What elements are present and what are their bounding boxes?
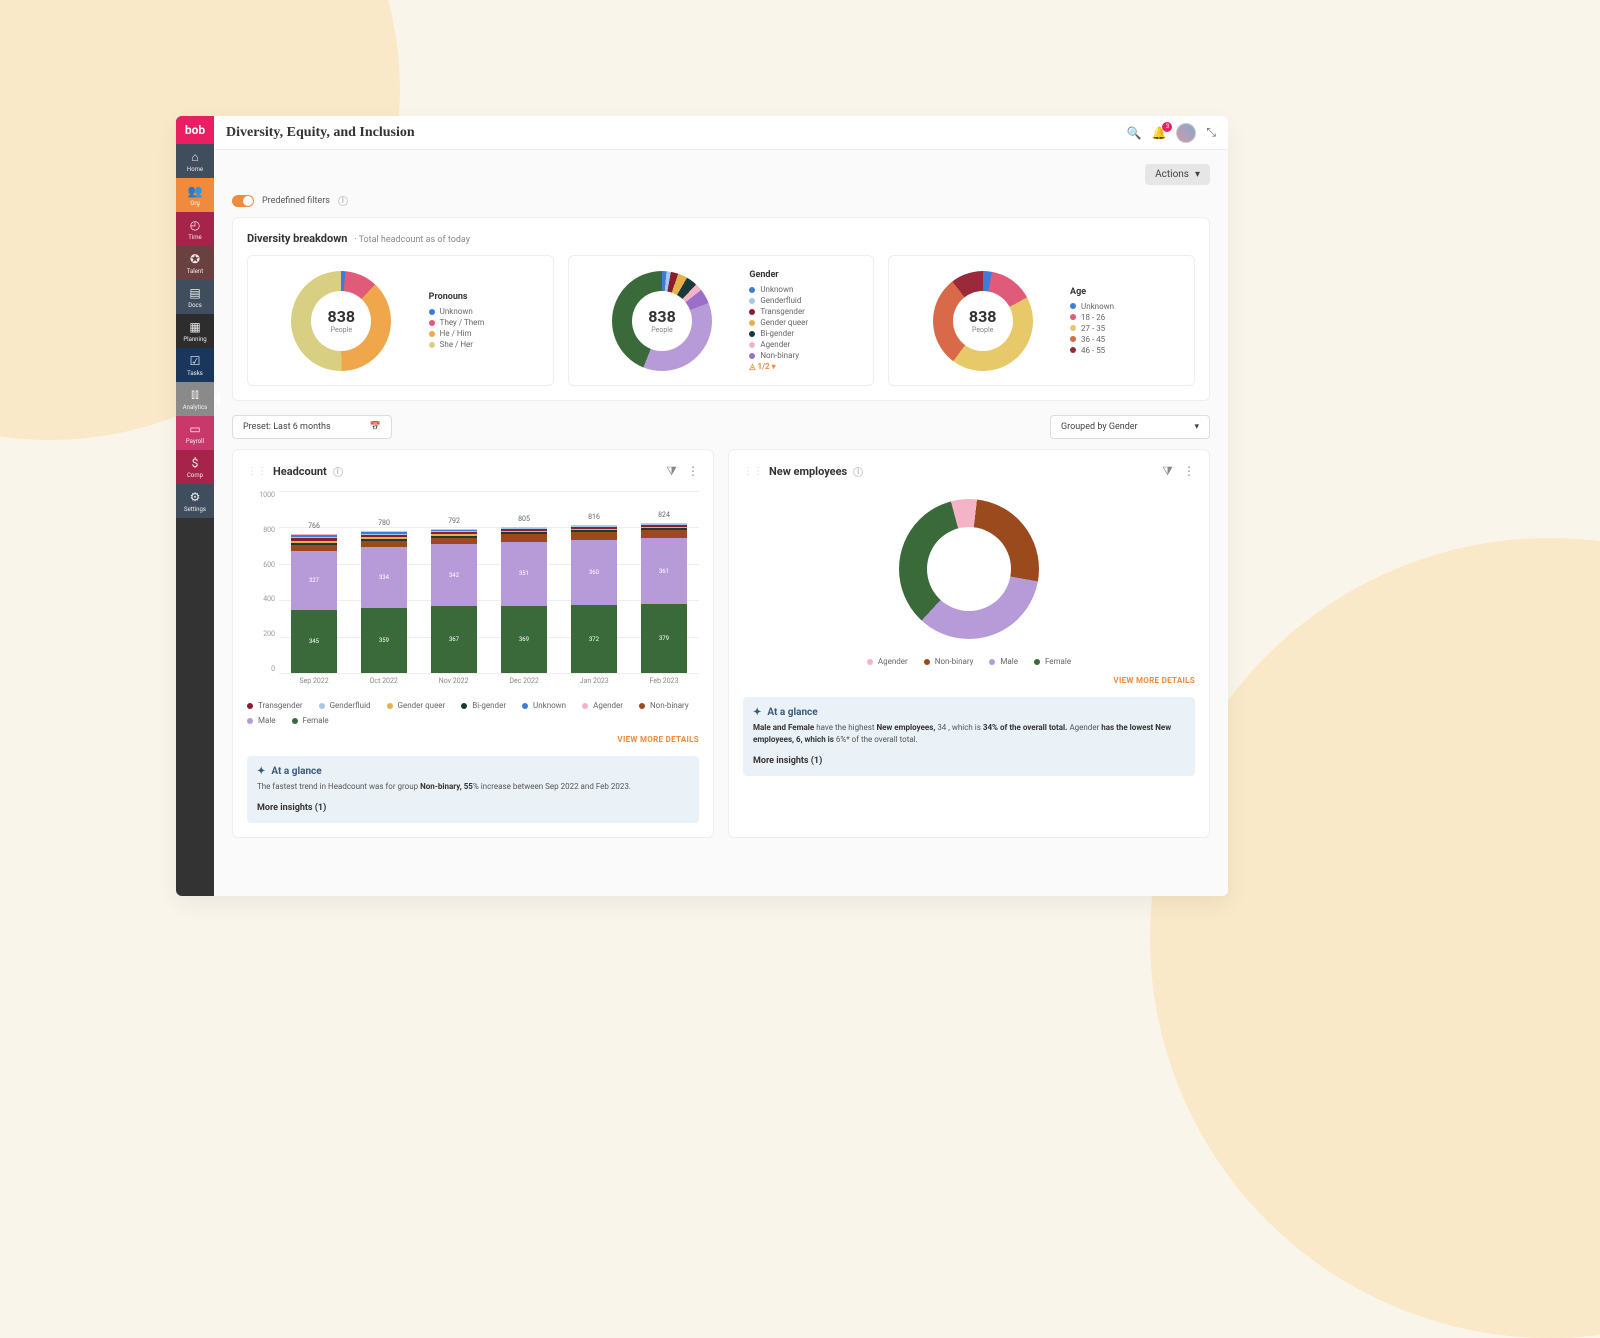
bar-group: 824379361: [641, 523, 687, 673]
home-icon: ⌂: [191, 150, 198, 164]
logo: bob: [176, 116, 214, 144]
chevron-down-icon: ▾: [1195, 169, 1200, 180]
predefined-filters-label: Predefined filters: [262, 196, 330, 206]
predefined-filters-toggle[interactable]: [232, 195, 254, 207]
sparkle-icon: ✦: [257, 766, 265, 777]
bell-icon[interactable]: 🔔3: [1151, 126, 1166, 140]
coin-icon: $: [192, 456, 199, 470]
chart-icon: ⫾⫾: [191, 387, 199, 402]
sidebar-item-payroll[interactable]: ▭Payroll: [176, 416, 214, 450]
more-icon[interactable]: ⋮: [687, 464, 699, 479]
filter-icon[interactable]: ⧩: [1162, 464, 1173, 479]
donut-box-gender: 838People Gender UnknownGenderfluidTrans…: [568, 255, 875, 386]
avatar[interactable]: [1176, 123, 1196, 143]
bar-group: 766345327: [291, 534, 337, 673]
sidebar-item-comp[interactable]: $Comp: [176, 450, 214, 484]
view-more-link[interactable]: VIEW MORE DETAILS: [743, 676, 1195, 685]
headcount-chart: 10008006004002000 7663453277803593347923…: [247, 491, 699, 691]
drag-handle-icon[interactable]: ⋮⋮: [247, 466, 267, 477]
card-icon: ▭: [189, 422, 200, 436]
more-icon[interactable]: ⋮: [1183, 464, 1195, 479]
sidebar-item-analytics[interactable]: ⫾⫾Analytics: [176, 382, 214, 416]
page-title: Diversity, Equity, and Inclusion: [226, 125, 415, 141]
view-more-link[interactable]: VIEW MORE DETAILS: [247, 735, 699, 744]
chevron-down-icon: ▾: [1194, 422, 1199, 432]
star-icon: ✪: [190, 252, 200, 266]
info-icon[interactable]: i: [853, 467, 863, 477]
search-icon[interactable]: 🔍: [1126, 126, 1141, 140]
new-employees-panel: ⋮⋮ New employees i ⧩ ⋮ 100 People: [728, 449, 1210, 838]
collapse-icon[interactable]: ⤡: [1206, 125, 1216, 140]
notifications-badge: 3: [1162, 122, 1172, 132]
doc-icon: ▤: [189, 286, 200, 300]
info-icon[interactable]: i: [338, 196, 348, 206]
info-icon[interactable]: i: [333, 467, 343, 477]
at-a-glance-employees: ✦At a glance Male and Female have the hi…: [743, 697, 1195, 776]
bar-group: 805369351: [501, 527, 547, 674]
sidebar: bob ⌂Home 👥Org ◴Time ✪Talent ▤Docs ▦Plan…: [176, 116, 214, 896]
gear-icon: ⚙: [190, 490, 201, 504]
sidebar-item-time[interactable]: ◴Time: [176, 212, 214, 246]
bar-group: 780359334: [361, 531, 407, 673]
breakdown-title: Diversity breakdown · Total headcount as…: [247, 232, 1195, 245]
legend-more[interactable]: ◬ 1/2 ▾: [749, 362, 859, 371]
drag-handle-icon[interactable]: ⋮⋮: [743, 466, 763, 477]
board-icon: ▦: [189, 320, 200, 334]
sidebar-item-docs[interactable]: ▤Docs: [176, 280, 214, 314]
more-insights-link[interactable]: More insights (1): [753, 756, 1185, 766]
clock-icon: ◴: [190, 218, 200, 232]
sidebar-item-tasks[interactable]: ☑Tasks: [176, 348, 214, 382]
sidebar-item-home[interactable]: ⌂Home: [176, 144, 214, 178]
headcount-panel: ⋮⋮ Headcount i ⧩ ⋮ 10008006004002000 766…: [232, 449, 714, 838]
preset-select[interactable]: Preset: Last 6 months 📅: [232, 415, 392, 439]
check-icon: ☑: [190, 354, 201, 368]
sparkle-icon: ✦: [753, 707, 761, 718]
main: Diversity, Equity, and Inclusion 🔍 🔔3 ⤡ …: [214, 116, 1228, 896]
grouped-by-select[interactable]: Grouped by Gender ▾: [1050, 415, 1210, 439]
diversity-breakdown-card: Diversity breakdown · Total headcount as…: [232, 217, 1210, 401]
more-insights-link[interactable]: More insights (1): [257, 803, 689, 813]
calendar-icon: 📅: [370, 422, 381, 432]
bar-group: 816372360: [571, 525, 617, 674]
topbar: Diversity, Equity, and Inclusion 🔍 🔔3 ⤡: [214, 116, 1228, 150]
people-icon: 👥: [188, 184, 203, 198]
bar-group: 792367342: [431, 529, 477, 673]
actions-button[interactable]: Actions▾: [1145, 164, 1210, 185]
sidebar-item-org[interactable]: 👥Org: [176, 178, 214, 212]
donut-box-age: 838People Age Unknown18 - 2627 - 3536 - …: [888, 255, 1195, 386]
new-employees-title: New employees: [769, 465, 847, 478]
new-employees-chart: 100 People: [899, 499, 1039, 639]
sidebar-item-talent[interactable]: ✪Talent: [176, 246, 214, 280]
sidebar-item-settings[interactable]: ⚙Settings: [176, 484, 214, 518]
sidebar-item-planning[interactable]: ▦Planning: [176, 314, 214, 348]
filter-icon[interactable]: ⧩: [666, 464, 677, 479]
content-area: Actions▾ Predefined filters i Diversity …: [214, 150, 1228, 896]
at-a-glance-headcount: ✦At a glance The fastest trend in Headco…: [247, 756, 699, 823]
headcount-title: Headcount: [273, 465, 327, 478]
app-window: bob ⌂Home 👥Org ◴Time ✪Talent ▤Docs ▦Plan…: [176, 116, 1228, 896]
donut-box-pronouns: 838People Pronouns UnknownThey / ThemHe …: [247, 255, 554, 386]
